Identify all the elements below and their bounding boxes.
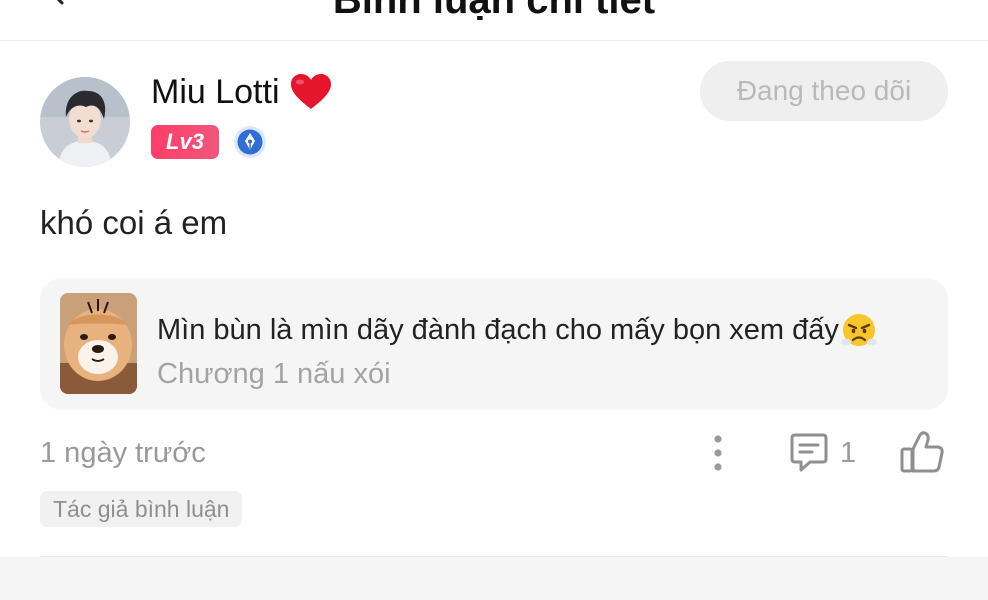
referenced-comment-title: Mìn bùn là mìn dãy đành đạch cho mấy bọn…: [157, 312, 877, 348]
referenced-chapter: Chương 1 nấu xói: [157, 358, 391, 390]
following-button[interactable]: Đang theo dõi: [700, 61, 948, 121]
comment-detail-page: Bình luận chi tiết Miu Lotti Lv3 Đang th…: [0, 0, 988, 600]
heart-icon: [290, 74, 331, 109]
referenced-comment-text: Mìn bùn là mìn dãy đành đạch cho mấy bọn…: [157, 313, 839, 346]
avatar-image: [40, 77, 130, 167]
referenced-comment-card[interactable]: Mìn bùn là mìn dãy đành đạch cho mấy bọn…: [40, 278, 948, 410]
pen-medal-icon: [234, 126, 266, 158]
page-title: Bình luận chi tiết: [332, 0, 656, 22]
username-row: Miu Lotti: [151, 70, 332, 114]
author-comment-tag: Tác giả bình luận: [40, 491, 243, 527]
angry-face-icon: [840, 314, 877, 346]
reply-button[interactable]: 1: [788, 432, 856, 474]
comment-text: khó coi á em: [40, 204, 228, 241]
avatar[interactable]: [40, 77, 130, 167]
more-options-icon[interactable]: [704, 434, 732, 472]
level-badge: Lv3: [151, 125, 219, 159]
header-bar: Bình luận chi tiết: [0, 0, 988, 41]
user-badges: Lv3: [151, 124, 267, 160]
comment-timestamp: 1 ngày trước: [40, 437, 206, 469]
username[interactable]: Miu Lotti: [151, 73, 280, 112]
referenced-thumbnail: [60, 293, 137, 394]
reply-count: 1: [840, 436, 857, 469]
section-separator: [0, 557, 988, 600]
comment-icon: [790, 433, 828, 472]
thumbs-up-icon[interactable]: [899, 430, 945, 474]
